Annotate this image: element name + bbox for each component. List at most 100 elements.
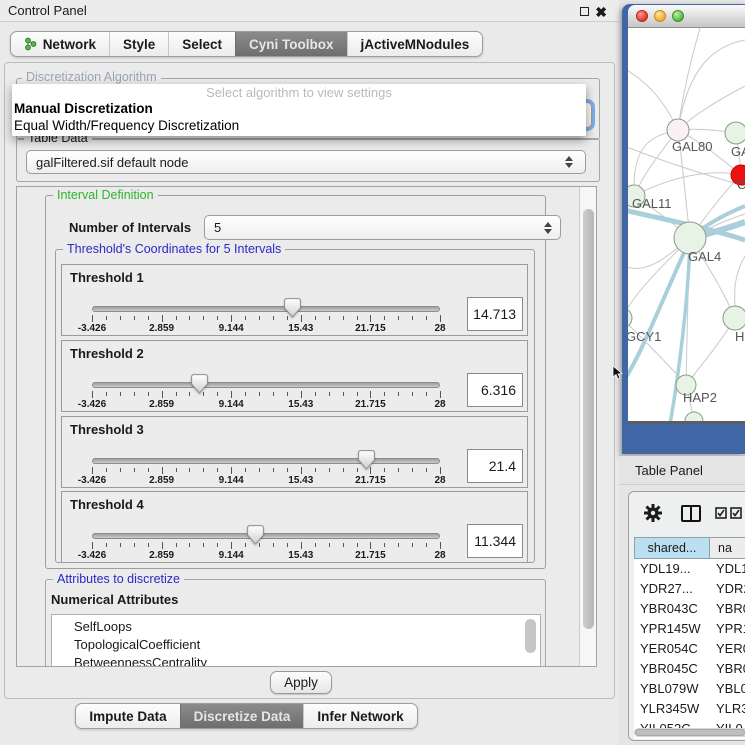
column-header-name[interactable]: na (710, 537, 745, 559)
network-node-label: HAP2 (683, 390, 717, 405)
slider-handle[interactable] (284, 298, 301, 318)
network-node-ga[interactable] (725, 122, 745, 144)
attribute-list-item[interactable]: TopologicalCoefficient (52, 636, 540, 654)
tab-network[interactable]: Network (11, 32, 109, 56)
slider-tick-label: 15.43 (288, 399, 313, 410)
checkbox-icon[interactable] (715, 507, 727, 519)
network-node-h[interactable] (723, 306, 745, 330)
num-intervals-combo[interactable]: 5 (204, 215, 561, 240)
table-hscrollbar-thumb[interactable] (635, 729, 745, 736)
algorithm-dropdown-popup: Select algorithm to view settings Manual… (12, 84, 586, 136)
table-row[interactable]: YPR145WYPR1 (634, 619, 745, 639)
table-row[interactable]: YER054CYER0 (634, 639, 745, 659)
threshold-slider-track[interactable] (92, 306, 440, 312)
network-edge[interactable] (678, 40, 745, 130)
cell-shared-name[interactable]: YBR043C (634, 599, 710, 619)
slider-handle[interactable] (358, 450, 375, 470)
table-row[interactable]: YLR345WYLR3 (634, 699, 745, 719)
slider-scale-labels: -3.4262.8599.14415.4321.71528 (92, 550, 440, 561)
settings-scrollbar[interactable] (579, 187, 596, 666)
network-canvas[interactable]: GAL80GACGAL11GAL4GCY1HHAP2 (628, 28, 745, 424)
settings-scrollbar-thumb[interactable] (583, 209, 594, 629)
slider-tick-label: -3.426 (78, 399, 106, 410)
dropdown-option-equal-width-frequency-discretization[interactable]: Equal Width/Frequency Discretization (12, 118, 586, 135)
threshold-value-field[interactable]: 6.316 (467, 373, 523, 407)
cell-name[interactable]: YBL0 (710, 679, 745, 699)
table-row[interactable]: YDR27...YDR2 (634, 579, 745, 599)
slider-handle[interactable] (247, 525, 264, 545)
threshold-slider-track[interactable] (92, 458, 440, 464)
dropdown-prompt: Select algorithm to view settings (12, 85, 586, 101)
slider-tick-label: 2.859 (149, 475, 174, 486)
attributes-listbox[interactable]: SelfLoopsTopologicalCoefficientBetweenne… (51, 614, 541, 667)
close-traffic-light-icon[interactable] (636, 10, 648, 22)
tab-style[interactable]: Style (109, 32, 168, 56)
network-window-titlebar[interactable] (628, 5, 745, 28)
slider-handle[interactable] (191, 374, 208, 394)
threshold-slider-track[interactable] (92, 533, 440, 539)
network-node-gal80[interactable] (667, 119, 689, 141)
cell-shared-name[interactable]: YPR145W (634, 619, 710, 639)
threshold-panel-1: Threshold 1-3.4262.8599.14415.4321.71528… (61, 264, 528, 336)
table-panel-titlebar: Table Panel (619, 455, 745, 485)
network-view-window[interactable]: GAL80GACGAL11GAL4GCY1HHAP2 (622, 4, 745, 454)
cell-shared-name[interactable]: YLR345W (634, 699, 710, 719)
cell-name[interactable]: YBR0 (710, 659, 745, 679)
combo-arrows-icon (544, 222, 552, 234)
tab-label: Impute Data (89, 709, 166, 724)
table-data-combo[interactable]: galFiltered.sif default node (26, 150, 586, 174)
network-icon (24, 37, 37, 51)
cell-name[interactable]: YLR3 (710, 699, 745, 719)
table-row[interactable]: YDL19...YDL1 (634, 559, 745, 579)
cell-shared-name[interactable]: YBR045C (634, 659, 710, 679)
threshold-value-field[interactable]: 21.4 (467, 449, 523, 483)
slider-ticks (92, 390, 440, 399)
cell-name[interactable]: YDR2 (710, 579, 745, 599)
bottom-tab-bar: Impute Data Discretize DataInfer Network (0, 703, 493, 729)
tab-infer-network[interactable]: Infer Network (303, 704, 416, 728)
network-node-gcy1[interactable] (628, 308, 632, 328)
dropdown-option-manual-discretization[interactable]: Manual Discretization (12, 101, 586, 118)
tab-impute-data[interactable]: Impute Data (76, 704, 179, 728)
zoom-traffic-light-icon[interactable] (672, 10, 684, 22)
tab-discretize-data[interactable]: Discretize Data (180, 704, 304, 728)
cell-shared-name[interactable]: YBL079W (634, 679, 710, 699)
panel-title: Control Panel (8, 0, 87, 22)
checkbox-icon[interactable] (730, 507, 742, 519)
tab-select[interactable]: Select (168, 32, 235, 56)
cell-name[interactable]: YDL1 (710, 559, 745, 579)
attribute-list-item[interactable]: SelfLoops (52, 618, 540, 636)
cell-name[interactable]: YBR0 (710, 599, 745, 619)
list-scrollbar[interactable] (525, 619, 536, 653)
threshold-slider-track[interactable] (92, 382, 440, 388)
cell-name[interactable]: YER0 (710, 639, 745, 659)
table-row[interactable]: YBR045CYBR0 (634, 659, 745, 679)
table-hscrollbar[interactable] (634, 728, 745, 737)
column-header-shared-name[interactable]: shared... (634, 537, 710, 559)
float-icon[interactable] (580, 7, 589, 16)
network-node[interactable] (685, 412, 703, 421)
split-view-icon[interactable] (681, 505, 701, 522)
tab-cyni-toolbox[interactable]: Cyni Toolbox (235, 32, 347, 56)
close-icon[interactable]: ✖ (595, 1, 607, 23)
tab-jactivemnodules[interactable]: jActiveMNodules (347, 32, 483, 56)
apply-button[interactable]: Apply (270, 671, 332, 694)
control-panel: Control Panel ✖ NetworkStyleSelectCyni T… (0, 0, 619, 745)
table-row[interactable]: YBL079WYBL0 (634, 679, 745, 699)
cell-name[interactable]: YPR1 (710, 619, 745, 639)
network-edge[interactable] (628, 68, 678, 130)
cell-shared-name[interactable]: YDL19... (634, 559, 710, 579)
slider-tick-label: 21.715 (355, 475, 386, 486)
cell-shared-name[interactable]: YER054C (634, 639, 710, 659)
slider-tick-label: 21.715 (355, 550, 386, 561)
minimize-traffic-light-icon[interactable] (654, 10, 666, 22)
cell-shared-name[interactable]: YDR27... (634, 579, 710, 599)
attribute-list-item[interactable]: BetweennessCentrality (52, 654, 540, 667)
threshold-panel-3: Threshold 3-3.4262.8599.14415.4321.71528… (61, 416, 528, 488)
table-row[interactable]: YBR043CYBR0 (634, 599, 745, 619)
gear-icon[interactable] (643, 503, 663, 523)
table-data-combo-value: galFiltered.sif default node (36, 155, 188, 170)
threshold-value-field[interactable]: 11.344 (467, 524, 523, 558)
table-panel-title: Table Panel (635, 456, 703, 486)
threshold-value-field[interactable]: 14.713 (467, 297, 523, 331)
